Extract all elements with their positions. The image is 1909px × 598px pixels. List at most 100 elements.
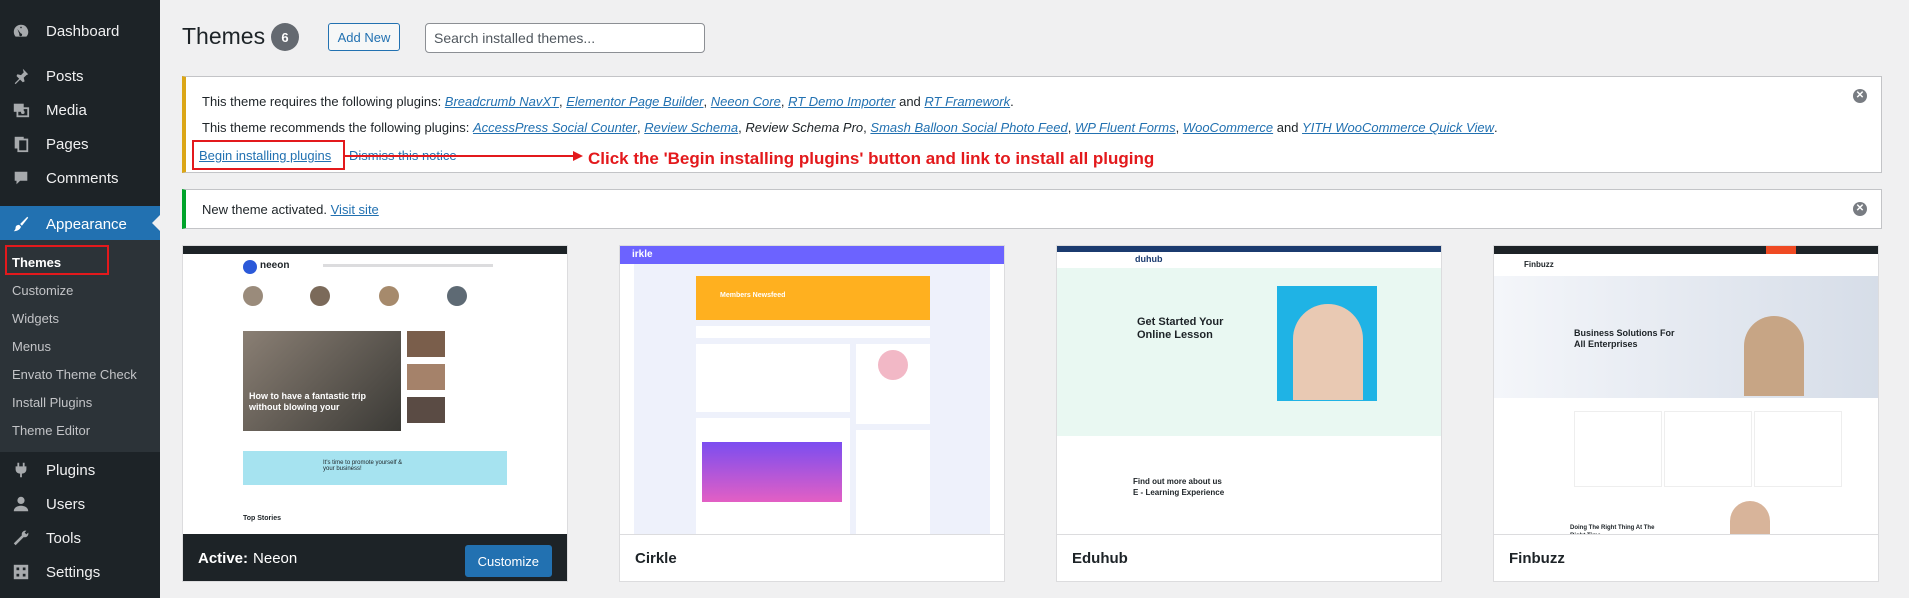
sidebar-item-tools[interactable]: Tools <box>0 521 160 555</box>
sidebar-item-label: Appearance <box>46 215 127 233</box>
separator: , <box>780 94 789 109</box>
theme-name: Finbuzz <box>1509 550 1565 567</box>
theme-screenshot-finbuzz: Finbuzz Business Solutions For All Enter… <box>1494 246 1878 534</box>
theme-name: Neeon <box>253 549 298 567</box>
eduhub-logo-text: duhub <box>1135 254 1163 264</box>
submenu-item-widgets[interactable]: Widgets <box>12 311 59 326</box>
theme-count-badge: 6 <box>271 23 299 51</box>
pages-icon <box>10 135 32 153</box>
recommended-prefix: This theme recommends the following plug… <box>202 120 473 135</box>
separator: , <box>1175 120 1183 135</box>
sidebar-item-comments[interactable]: Comments <box>0 161 160 195</box>
dismiss-notice-icon[interactable]: ✕ <box>1853 89 1867 103</box>
plugin-link-breadcrumb-navxt[interactable]: Breadcrumb NavXT <box>445 94 559 109</box>
period: . <box>1493 120 1498 135</box>
eduhub-heading: Get Started Your Online Lesson <box>1137 316 1224 341</box>
theme-card-eduhub[interactable]: duhub Get Started Your Online Lesson Fin… <box>1056 245 1442 582</box>
sidebar-item-media[interactable]: Media <box>0 93 160 127</box>
annotation-arrow-icon <box>345 151 583 161</box>
admin-sidebar: Dashboard Posts Media Pages Comments App… <box>0 0 160 598</box>
theme-name: Cirkle <box>635 550 677 567</box>
plugin-link-accesspress[interactable]: AccessPress Social Counter <box>473 120 637 135</box>
theme-card-cirkle[interactable]: irkle Members Newsfeed Cirkle <box>619 245 1005 582</box>
neeon-hero-title: How to have a fantastic trip without blo… <box>249 391 367 412</box>
separator: , <box>1067 120 1075 135</box>
sidebar-item-pages[interactable]: Pages <box>0 127 160 161</box>
dismiss-notice-icon[interactable]: ✕ <box>1853 202 1867 216</box>
sidebar-item-appearance[interactable]: Appearance <box>0 206 160 242</box>
submenu-item-customize[interactable]: Customize <box>12 283 73 298</box>
finbuzz-logo-text: Finbuzz <box>1524 260 1554 269</box>
sidebar-item-label: Posts <box>46 67 84 85</box>
sidebar-item-users[interactable]: Users <box>0 487 160 521</box>
submenu-item-install-plugins[interactable]: Install Plugins <box>12 395 92 410</box>
neeon-top-stories: Top Stories <box>243 515 281 522</box>
brush-icon <box>10 215 32 233</box>
cirkle-logo-text: irkle <box>632 249 653 260</box>
theme-name-bar: Eduhub <box>1057 534 1441 581</box>
visit-site-link[interactable]: Visit site <box>331 202 379 217</box>
theme-screenshot-neeon: neeon How to have a fantastic trip witho… <box>183 246 567 534</box>
separator: , <box>703 94 711 109</box>
search-themes-input[interactable] <box>425 23 705 53</box>
sidebar-item-posts[interactable]: Posts <box>0 59 160 93</box>
separator: and <box>1273 120 1303 135</box>
neeon-logo-text: neeon <box>260 260 290 271</box>
plugin-link-rt-demo-importer[interactable]: RT Demo Importer <box>788 94 895 109</box>
plugin-link-review-schema[interactable]: Review Schema <box>644 120 738 135</box>
recommended-plugins-line: This theme recommends the following plug… <box>202 120 1498 135</box>
plugin-link-wp-fluent-forms[interactable]: WP Fluent Forms <box>1075 120 1176 135</box>
required-prefix: This theme requires the following plugin… <box>202 94 445 109</box>
comment-icon <box>10 169 32 187</box>
theme-activated-notice: New theme activated. Visit site ✕ <box>182 189 1882 229</box>
add-new-button[interactable]: Add New <box>328 23 400 51</box>
theme-screenshot-cirkle: irkle Members Newsfeed <box>620 246 1004 534</box>
sidebar-item-settings[interactable]: Settings <box>0 555 160 589</box>
sidebar-item-label: Users <box>46 495 86 513</box>
theme-card-neeon[interactable]: neeon How to have a fantastic trip witho… <box>182 245 568 582</box>
eduhub-learn-text: E - Learning Experience <box>1133 488 1225 497</box>
media-icon <box>10 101 32 119</box>
sidebar-item-dashboard[interactable]: Dashboard <box>0 14 160 48</box>
eduhub-find-text: Find out more about us <box>1133 477 1222 486</box>
submenu-item-theme-editor[interactable]: Theme Editor <box>12 423 90 438</box>
sidebar-item-label: Media <box>46 101 87 119</box>
neeon-banner-text: It's time to promote yourself & your bus… <box>323 460 403 472</box>
theme-activated-line: New theme activated. Visit site <box>202 202 379 217</box>
active-label: Active: <box>198 549 249 567</box>
finbuzz-heading: Business Solutions For All Enterprises <box>1574 328 1675 349</box>
plugin-link-yith-quick-view[interactable]: YITH WooCommerce Quick View <box>1302 120 1494 135</box>
plugin-link-neeon-core[interactable]: Neeon Core <box>711 94 781 109</box>
separator: and <box>895 94 925 109</box>
theme-name-bar: Cirkle <box>620 534 1004 581</box>
begin-installing-plugins-link[interactable]: Begin installing plugins <box>199 148 331 163</box>
sidebar-item-label: Tools <box>46 529 82 547</box>
sidebar-item-label: Comments <box>46 169 119 187</box>
sidebar-item-label: Plugins <box>46 461 96 479</box>
sidebar-item-label: Pages <box>46 135 89 153</box>
theme-name: Eduhub <box>1072 550 1128 567</box>
plugin-link-rt-framework[interactable]: RT Framework <box>924 94 1010 109</box>
user-icon <box>10 495 32 513</box>
plugin-link-woocommerce[interactable]: WooCommerce <box>1183 120 1273 135</box>
activated-text: New theme activated. <box>202 202 331 217</box>
pin-icon <box>10 67 32 85</box>
annotation-text: Click the 'Begin installing plugins' but… <box>588 149 1155 168</box>
sidebar-item-plugins[interactable]: Plugins <box>0 453 160 487</box>
sidebar-item-label: Settings <box>46 563 101 581</box>
theme-screenshot-eduhub: duhub Get Started Your Online Lesson Fin… <box>1057 246 1441 534</box>
customize-button[interactable]: Customize <box>464 545 552 577</box>
theme-name-bar: Finbuzz <box>1494 534 1878 581</box>
required-plugins-line: This theme requires the following plugin… <box>202 94 1014 109</box>
submenu-item-envato-theme-check[interactable]: Envato Theme Check <box>12 367 137 382</box>
submenu-item-menus[interactable]: Menus <box>12 339 51 354</box>
finbuzz-bottom-text: Doing The Right Thing At The Right Time <box>1570 525 1655 534</box>
plugin-link-elementor[interactable]: Elementor Page Builder <box>566 94 703 109</box>
period: . <box>1010 94 1014 109</box>
plugin-review-schema-pro: Review Schema Pro <box>745 120 864 135</box>
plugin-link-smash-balloon[interactable]: Smash Balloon Social Photo Feed <box>870 120 1067 135</box>
theme-card-finbuzz[interactable]: Finbuzz Business Solutions For All Enter… <box>1493 245 1879 582</box>
cirkle-banner-text: Members Newsfeed <box>720 292 786 299</box>
dashboard-icon <box>10 22 32 40</box>
plug-icon <box>10 461 32 479</box>
